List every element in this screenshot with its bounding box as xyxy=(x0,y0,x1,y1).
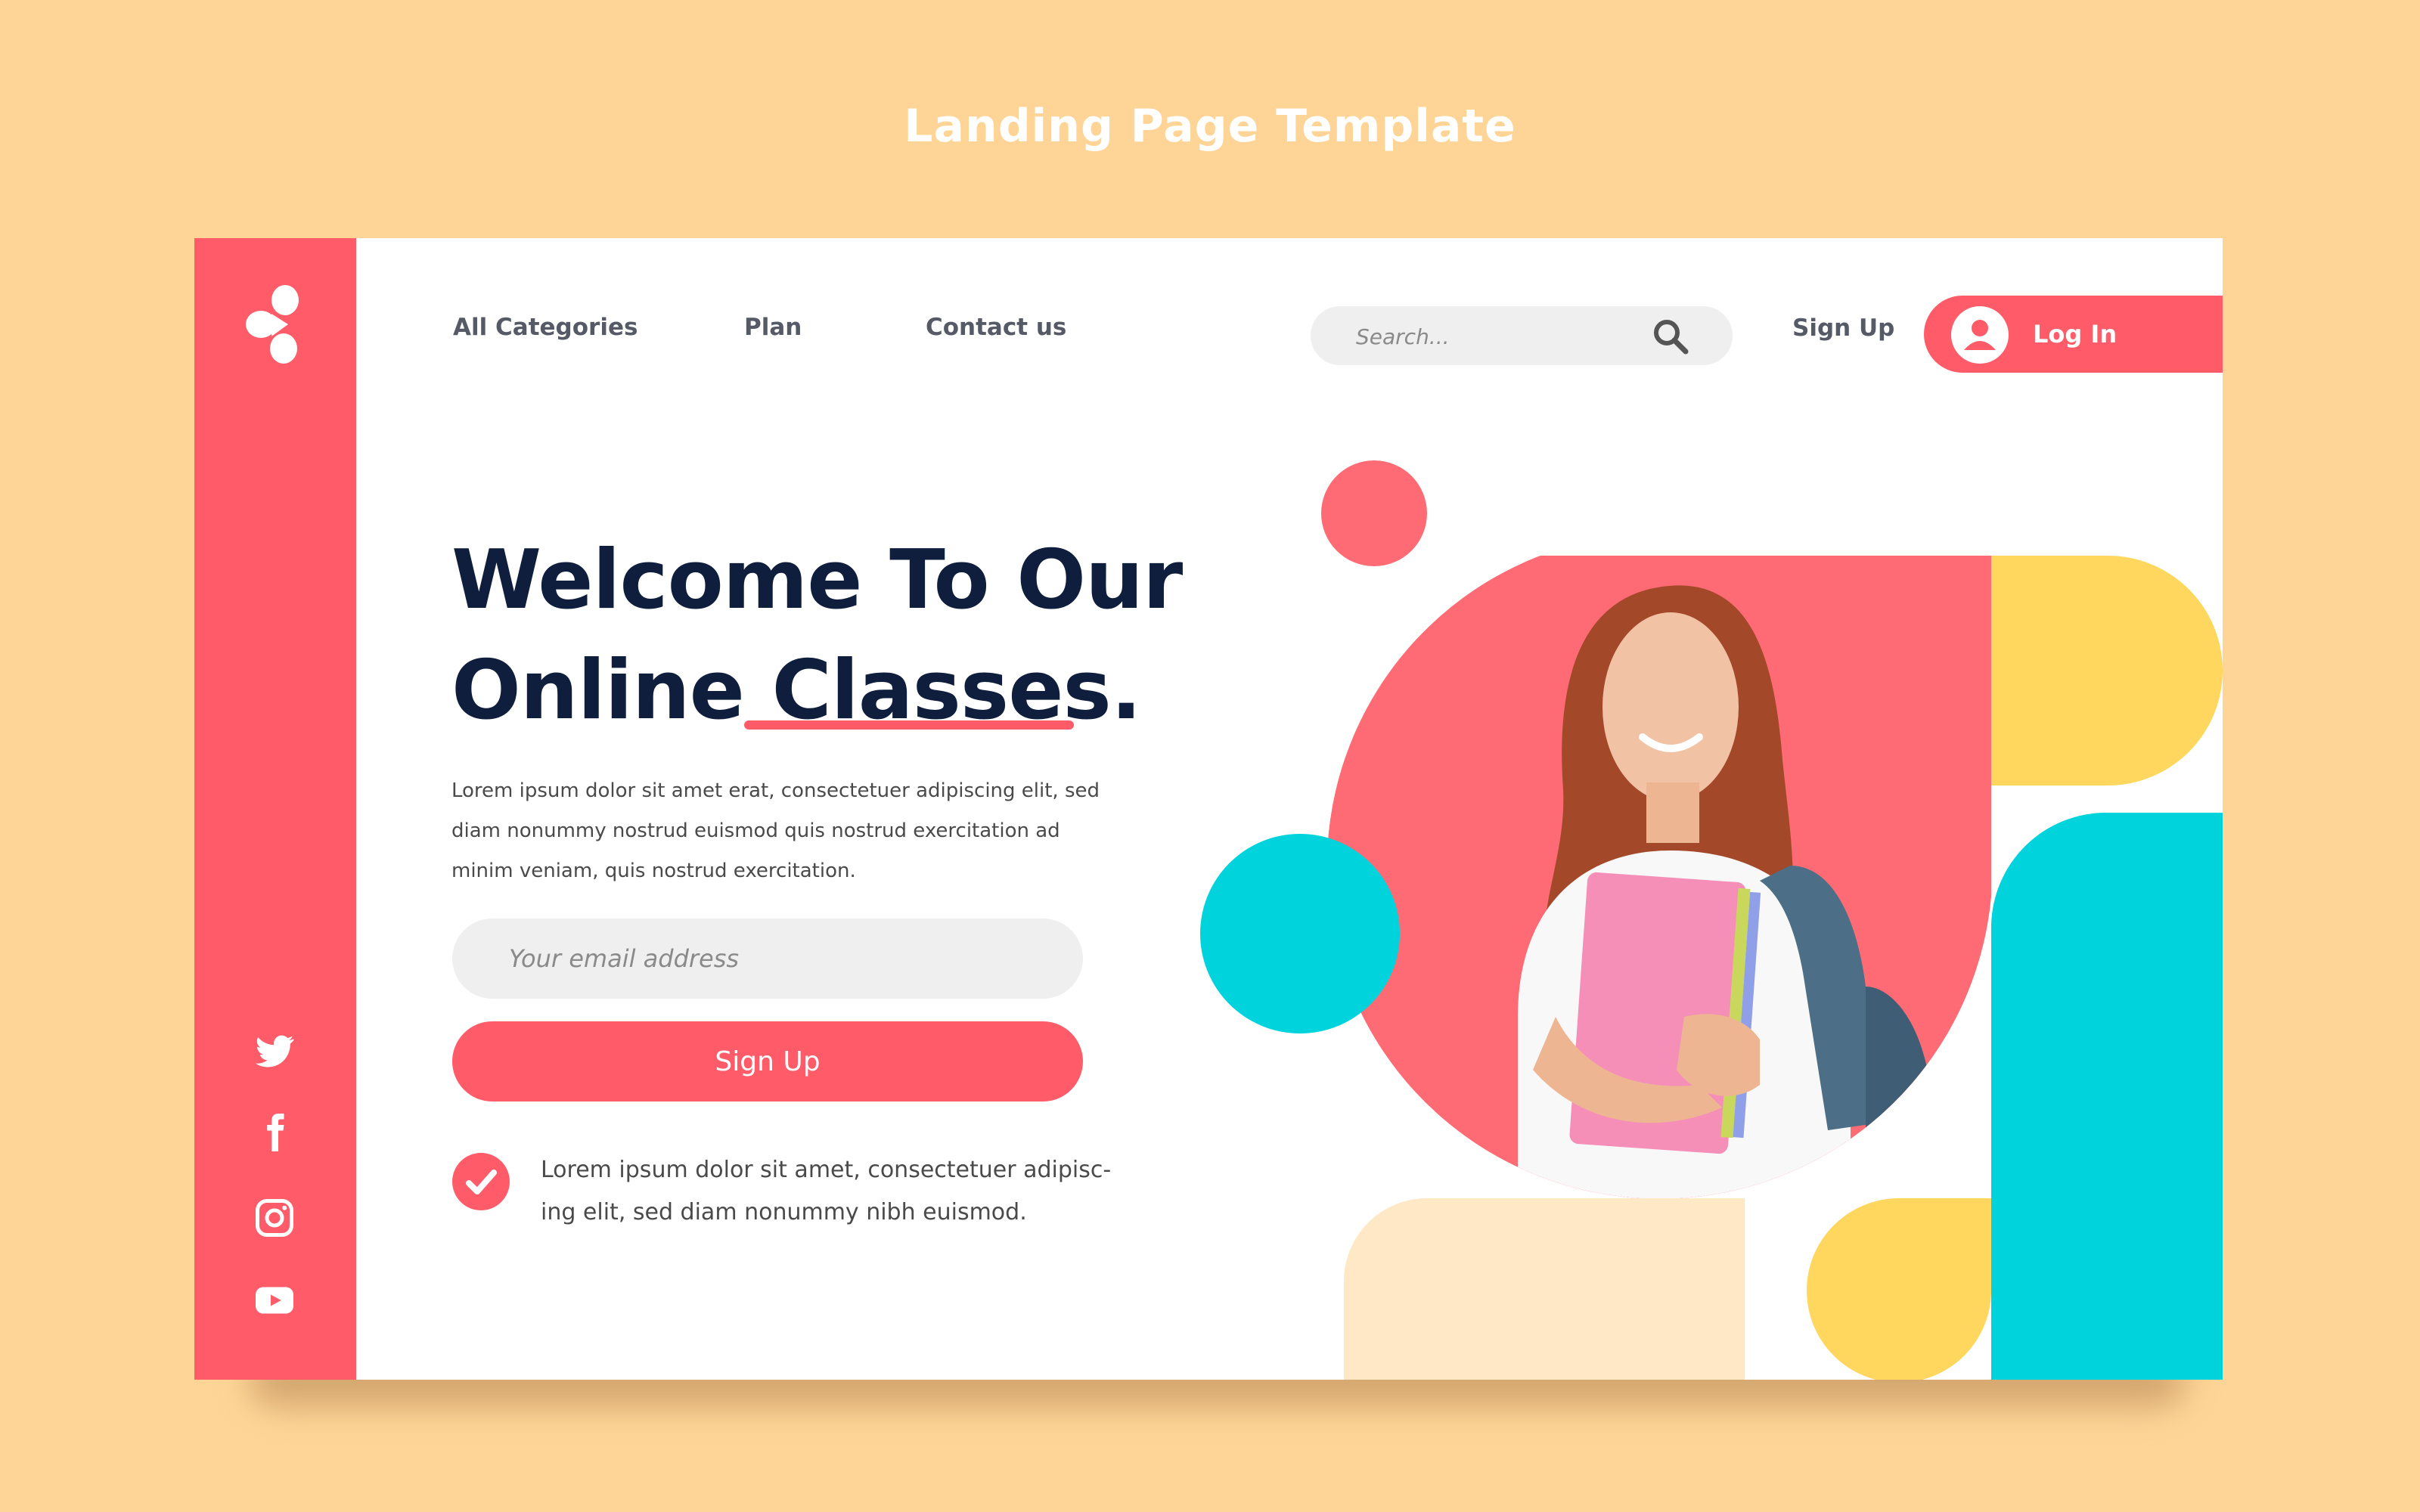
twitter-icon[interactable] xyxy=(252,1028,297,1074)
youtube-icon[interactable] xyxy=(252,1278,297,1323)
decor-drop-yellow xyxy=(1807,1198,1992,1380)
nav-plan[interactable]: Plan xyxy=(744,314,802,341)
hero-title-line1: Welcome To Our xyxy=(451,533,1183,627)
hero-title-line2: Online Classes. xyxy=(451,643,1142,738)
hero-description: Lorem ipsum dolor sit amet erat, consect… xyxy=(451,779,1100,882)
feature-note: Lorem ipsum dolor sit amet, consectetuer… xyxy=(541,1157,1112,1225)
decor-circle-cyan xyxy=(1200,834,1400,1033)
log-in-button[interactable]: Log In xyxy=(1924,296,2223,373)
logo-icon[interactable] xyxy=(244,284,305,367)
hero-illustration xyxy=(1200,460,2223,1380)
check-icon xyxy=(452,1153,510,1210)
decor-shape-cyan-tall xyxy=(1991,812,2223,1380)
log-in-label: Log In xyxy=(2033,320,2118,349)
title-underline xyxy=(744,720,1074,730)
nav-contact-us[interactable]: Contact us xyxy=(926,314,1066,341)
decor-shape-yellow-top xyxy=(1991,556,2223,785)
sign-up-button[interactable]: Sign Up xyxy=(452,1021,1083,1101)
page-title: Landing Page Template xyxy=(904,100,1516,153)
sidebar xyxy=(194,238,356,1380)
search-icon[interactable] xyxy=(1651,317,1690,356)
hero-title: Welcome To Our Online Classes. xyxy=(451,525,1246,746)
search-input[interactable] xyxy=(1354,318,1660,355)
facebook-icon[interactable] xyxy=(252,1110,297,1155)
user-icon xyxy=(1951,306,2009,364)
instagram-icon[interactable] xyxy=(252,1195,297,1241)
nav-sign-up[interactable]: Sign Up xyxy=(1792,314,1894,342)
landing-card: All Categories Plan Contact us Sign Up L… xyxy=(194,238,2223,1380)
decor-block-cream xyxy=(1344,1198,1745,1380)
nav-all-categories[interactable]: All Categories xyxy=(453,314,638,341)
decor-circle-pink xyxy=(1321,460,1427,566)
search-bar xyxy=(1311,306,1733,365)
email-field[interactable] xyxy=(452,919,1083,999)
